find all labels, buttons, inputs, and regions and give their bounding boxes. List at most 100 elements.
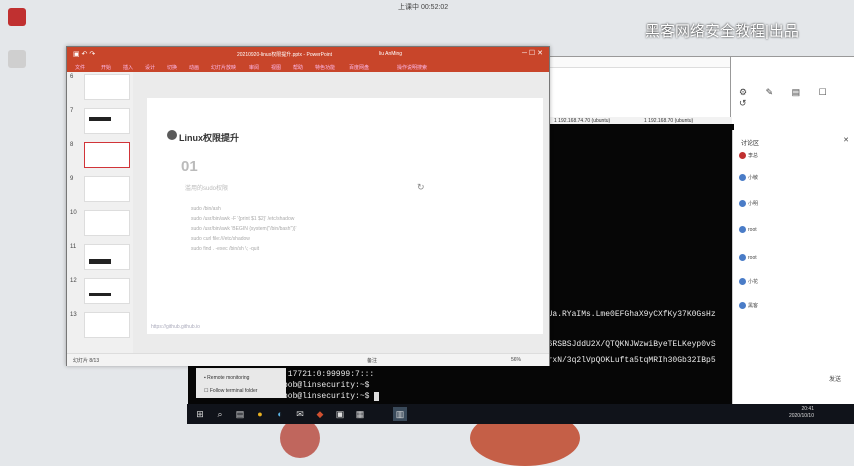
record-icon xyxy=(8,8,26,26)
slide-canvas[interactable]: Linux权限提升 01 滥用的sudo权限 sudo /bin/ash sud… xyxy=(147,98,543,334)
terminal-shadow-tail: :17721:0:99999:7::: xyxy=(283,370,375,379)
slide-subtitle: 滥用的sudo权限 xyxy=(185,186,229,192)
taskbar-app-6[interactable]: ▣ xyxy=(333,407,347,421)
taskbar-clock[interactable]: 20:41 2020/10/10 xyxy=(789,406,814,420)
taskbar-date: 2020/10/10 xyxy=(788,413,814,419)
slide-title: Linux权限提升 xyxy=(179,133,239,143)
ribbon-tab-transitions[interactable]: 切换 xyxy=(167,64,177,71)
thumb-block xyxy=(89,259,111,264)
slide-command: sudo /usr/bin/awk -F '{print $1 $2}' /et… xyxy=(191,216,295,222)
slide-thumbnail[interactable] xyxy=(84,108,130,134)
taskbar-time: 20:41 xyxy=(801,406,814,412)
slide-thumbnail[interactable] xyxy=(84,74,130,100)
taskbar-app-2[interactable]: ● xyxy=(253,407,267,421)
avatar xyxy=(739,278,746,286)
avatar xyxy=(739,152,746,160)
ppt-workspace: 6 7 8 9 10 11 12 13 Linux权限提升 01 滥用的sudo… xyxy=(67,72,549,353)
chat-item[interactable]: root xyxy=(739,226,789,233)
taskbar-app-3[interactable]: ◐ xyxy=(273,407,287,421)
taskbar-app-5[interactable]: ◆ xyxy=(313,407,327,421)
chat-item-label: 小明 xyxy=(748,201,759,207)
ppt-titlebar: ▣ ↶ ↷ 20210920-linux权限提升.pptx - PowerPoi… xyxy=(67,47,549,61)
chat-item-label: 黑客 xyxy=(748,303,759,309)
ppt-ribbon: 文件 开始 插入 设计 切换 动画 幻灯片放映 审阅 视图 帮助 特色功能 百度… xyxy=(67,61,549,72)
ribbon-tab-home[interactable]: 开始 xyxy=(101,64,111,71)
thumb-number: 12 xyxy=(70,278,77,284)
terminal-hash-line-3: L3rxN/3q2lVpQOKLufta5tqMRIh30Gb32IBp5 xyxy=(538,356,716,365)
wallpaper-shoe-decoration xyxy=(280,418,320,458)
side-toolbar-window[interactable]: ⚙ ✎ ▤ ☐ ↺ xyxy=(730,56,854,132)
chat-item-label: 李总 xyxy=(748,153,759,159)
avatar xyxy=(739,254,746,261)
ppt-save-icon[interactable]: ▣ ↶ ↷ xyxy=(73,50,95,58)
taskbar-app-4[interactable]: ✉ xyxy=(293,407,307,421)
desktop-icon-file[interactable] xyxy=(4,50,30,70)
ppt-window-controls[interactable]: ─ ☐ ✕ xyxy=(522,49,543,57)
ribbon-tab-insert[interactable]: 插入 xyxy=(123,64,133,71)
thumb-number: 10 xyxy=(70,210,77,216)
chat-title: 讨论区 xyxy=(741,141,760,147)
ribbon-tab-design[interactable]: 设计 xyxy=(145,64,155,71)
chat-item[interactable]: 黑客 xyxy=(739,302,789,310)
ribbon-tab-features[interactable]: 特色功能 xyxy=(315,64,335,71)
refresh-icon[interactable]: ↻ xyxy=(417,182,425,193)
terminal-prompt-2[interactable]: bob@linsecurity:~$ xyxy=(283,392,380,401)
ribbon-tab-help[interactable]: 帮助 xyxy=(293,64,303,71)
taskbar-app-7[interactable]: ▦ xyxy=(353,407,367,421)
chat-item[interactable]: 李总 xyxy=(739,152,789,160)
start-button[interactable]: ⊞ xyxy=(193,407,207,421)
desktop-icon-record[interactable] xyxy=(4,8,30,28)
ribbon-tab-baidu[interactable]: 百度网盘 xyxy=(349,64,369,71)
ribbon-tab-animations[interactable]: 动画 xyxy=(189,64,199,71)
ribbon-tab-file[interactable]: 文件 xyxy=(75,64,85,71)
ppt-window-title: 20210920-linux权限提升.pptx - PowerPoint xyxy=(237,52,333,58)
slide-link[interactable]: https://github.github.io xyxy=(151,324,200,330)
avatar xyxy=(739,226,746,233)
chat-item[interactable]: root xyxy=(739,254,789,261)
taskbar-app-8[interactable]: ▥ xyxy=(393,407,407,421)
slide-thumbnail-selected[interactable] xyxy=(84,142,130,168)
remote-monitoring-label: Remote monitoring xyxy=(207,375,250,381)
thumb-number: 9 xyxy=(70,176,74,182)
chat-item-label: 小敏 xyxy=(748,175,759,181)
taskbar-app-1[interactable]: ▤ xyxy=(233,407,247,421)
slide-command: sudo find . -exec /bin/sh \; -quit xyxy=(191,246,260,252)
watermark-text: 黑客网络安全教程|出品 xyxy=(645,23,799,40)
ppt-statusbar: 幻灯片 8/13 备注 56% xyxy=(67,353,549,366)
thumb-number: 8 xyxy=(70,142,74,148)
slide-thumbnail[interactable] xyxy=(84,278,130,304)
terminal-hash-line-1: ZZUa.RYaIMs.Lme0EFGhaX9yCXfKy37K0GsHz xyxy=(538,310,716,319)
powerpoint-window[interactable]: ▣ ↶ ↷ 20210920-linux权限提升.pptx - PowerPoi… xyxy=(66,46,550,366)
slide-thumbnail[interactable] xyxy=(84,210,130,236)
monitor-icon: ▪ xyxy=(204,375,206,381)
ribbon-tab-review[interactable]: 审阅 xyxy=(249,64,259,71)
thumb-block xyxy=(89,117,111,121)
status-zoom[interactable]: 56% xyxy=(511,357,521,363)
ribbon-tab-view[interactable]: 视图 xyxy=(271,64,281,71)
status-notes[interactable]: 备注 xyxy=(367,357,377,364)
ribbon-tab-slideshow[interactable]: 幻灯片放映 xyxy=(211,64,236,71)
thumb-number: 11 xyxy=(70,244,77,250)
chat-item-label: 小花 xyxy=(748,279,759,285)
terminal-hash-line-2: j/6RSBSJddU2X/QTQKNJWzwiByeTELKeyp0vS xyxy=(538,340,716,349)
thumb-number: 13 xyxy=(70,312,77,318)
thumb-number: 6 xyxy=(70,74,74,80)
follow-folder-option[interactable]: ☐ Follow terminal folder xyxy=(204,388,257,394)
remote-monitoring-option[interactable]: ▪ Remote monitoring xyxy=(204,375,249,381)
chat-item[interactable]: 小明 xyxy=(739,200,789,208)
search-icon[interactable]: ⌕ xyxy=(213,407,227,421)
chat-send-button[interactable]: 发送 xyxy=(829,374,841,383)
taskbar: ⊞ ⌕ ▤ ● ◐ ✉ ◆ ▣ ▦ ▥ 20:41 2020/10/10 xyxy=(187,404,854,424)
slide-command: sudo /bin/ash xyxy=(191,206,221,212)
slide-thumbnail[interactable] xyxy=(84,244,130,270)
chat-panel: 讨论区 ✕ 李总 小敏 小明 root root 小花 黑客 发送 xyxy=(732,130,854,406)
chat-item-label: root xyxy=(748,254,757,261)
chat-item[interactable]: 小敏 xyxy=(739,174,789,182)
slide-thumbnail[interactable] xyxy=(84,312,130,338)
chat-close-icon[interactable]: ✕ xyxy=(843,136,849,144)
file-icon xyxy=(8,50,26,68)
ribbon-search[interactable]: 操作说明搜索 xyxy=(397,64,427,71)
recording-clock: 上课中 00:52:02 xyxy=(398,4,449,11)
slide-thumbnail[interactable] xyxy=(84,176,130,202)
chat-item[interactable]: 小花 xyxy=(739,278,789,286)
